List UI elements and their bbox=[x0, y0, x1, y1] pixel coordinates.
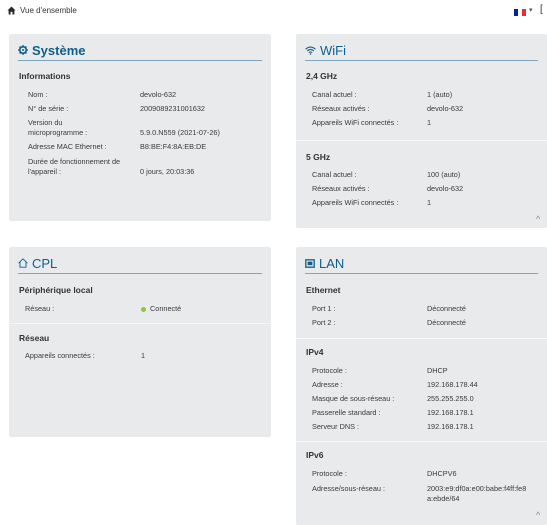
divider bbox=[18, 273, 262, 274]
info-key: microprogramme : bbox=[28, 127, 88, 137]
cpl-header: CPL bbox=[18, 255, 57, 271]
lan-value: 192.168.178.1 bbox=[427, 422, 474, 431]
top-bar: Vue d'ensemble ▾ [ bbox=[0, 0, 547, 22]
band-value: 1 bbox=[427, 198, 432, 207]
lan-header: LAN bbox=[305, 255, 344, 271]
lan-key: Passerelle standard : bbox=[312, 408, 381, 417]
lan-key: Masque de sous-réseau : bbox=[312, 394, 395, 403]
section-title-informations: Informations bbox=[19, 71, 71, 81]
divider bbox=[296, 441, 547, 442]
lan-key: Protocole : bbox=[312, 366, 347, 375]
band-value: 1 bbox=[427, 118, 432, 127]
info-key: Adresse MAC Ethernet : bbox=[28, 142, 107, 151]
status-dot-icon bbox=[141, 306, 146, 312]
lan-key: Port 2 : bbox=[312, 318, 336, 327]
lan-key: Adresse/sous-réseau : bbox=[312, 484, 386, 493]
language-flag-icon[interactable] bbox=[514, 9, 526, 16]
wifi-header: WiFi bbox=[305, 42, 346, 58]
lan-value: 255.255.255.0 bbox=[427, 394, 474, 403]
info-key: Nom : bbox=[28, 90, 48, 99]
section-title-ipv6: IPv6 bbox=[306, 450, 324, 460]
collapse-chevron-icon[interactable]: ^ bbox=[536, 214, 540, 224]
connection-status: Connecté bbox=[141, 304, 181, 314]
wifi-card: WiFi 2,4 GHz Canal actuel : 1 (auto) Rés… bbox=[296, 34, 547, 228]
band-key: Canal actuel : bbox=[312, 90, 357, 99]
info-value: 5.9.0.N559 (2021-07-26) bbox=[140, 127, 220, 137]
lan-key: Protocole : bbox=[312, 469, 347, 478]
breadcrumb[interactable]: Vue d'ensemble bbox=[20, 6, 77, 15]
collapse-chevron-icon[interactable]: ^ bbox=[536, 510, 540, 520]
band-key: Appareils WiFi connectés : bbox=[312, 198, 399, 207]
band-key: Canal actuel : bbox=[312, 170, 357, 179]
info-value: B8:BE:F4:8A:EB:DE bbox=[140, 142, 207, 151]
section-title-reseau: Réseau bbox=[19, 333, 50, 343]
info-value: devolo-632 bbox=[140, 90, 177, 99]
lan-value: 192.168.178.44 bbox=[427, 380, 478, 389]
lan-value: Déconnecté bbox=[427, 318, 466, 327]
divider bbox=[18, 60, 262, 61]
cpl-key: Appareils connectés : bbox=[25, 351, 95, 360]
divider bbox=[296, 140, 547, 141]
band-value: devolo-632 bbox=[427, 184, 464, 193]
band-key: Réseaux activés : bbox=[312, 104, 370, 113]
info-key: Durée de fonctionnement de bbox=[28, 157, 121, 166]
info-value: 2009089231001632 bbox=[140, 104, 205, 113]
band-value: devolo-632 bbox=[427, 104, 464, 113]
cpl-card: CPL Périphérique local Réseau : Connecté… bbox=[9, 247, 271, 437]
wifi-icon bbox=[305, 46, 316, 55]
home-icon bbox=[7, 6, 16, 15]
lan-value: a:ebde/64 bbox=[427, 493, 460, 503]
info-key: Version du bbox=[28, 118, 63, 127]
band-value: 1 (auto) bbox=[427, 90, 453, 99]
wifi-title: WiFi bbox=[320, 42, 346, 58]
divider bbox=[305, 273, 538, 274]
cpl-value: 1 bbox=[141, 351, 146, 360]
lan-value: Déconnecté bbox=[427, 304, 466, 313]
lan-key: Serveur DNS : bbox=[312, 422, 360, 431]
status-text: Connecté bbox=[150, 304, 182, 313]
band-value: 100 (auto) bbox=[427, 170, 461, 179]
cpl-title: CPL bbox=[32, 255, 58, 271]
lan-key: Adresse : bbox=[312, 380, 343, 389]
gear-icon bbox=[18, 45, 28, 55]
lan-value: 192.168.178.1 bbox=[427, 408, 474, 417]
section-title-ipv4: IPv4 bbox=[306, 347, 324, 357]
chevron-down-icon[interactable]: ▾ bbox=[529, 6, 533, 14]
lan-value: DHCP bbox=[427, 366, 448, 375]
lan-value: DHCPV6 bbox=[427, 469, 457, 478]
lan-port-icon bbox=[305, 258, 315, 268]
systeme-card: Système Informations Nom : devolo-632 N°… bbox=[9, 34, 271, 221]
info-row-firmware: Version du microprogramme : 5.9.0.N559 (… bbox=[28, 118, 258, 138]
band-key: Réseaux activés : bbox=[312, 184, 370, 193]
home-outline-icon bbox=[18, 258, 28, 268]
lan-card: LAN Ethernet Port 1 : Déconnecté Port 2 … bbox=[296, 247, 547, 525]
systeme-title: Système bbox=[32, 42, 86, 58]
lan-value: 2003:e9:df0a:e00:babe:f4ff:fe8 bbox=[427, 484, 527, 493]
section-title-local: Périphérique local bbox=[19, 285, 93, 295]
info-key: l'appareil : bbox=[28, 166, 62, 176]
divider bbox=[9, 323, 271, 324]
band-title: 2,4 GHz bbox=[306, 71, 338, 81]
info-row-uptime: Durée de fonctionnement de l'appareil : … bbox=[28, 157, 258, 177]
info-value: 0 jours, 20:03:36 bbox=[140, 166, 195, 176]
info-key: N° de série : bbox=[28, 104, 69, 113]
band-key: Appareils WiFi connectés : bbox=[312, 118, 399, 127]
cpl-key: Réseau : bbox=[25, 304, 55, 313]
band-title: 5 GHz bbox=[306, 152, 331, 162]
systeme-header: Système bbox=[18, 42, 85, 58]
divider bbox=[296, 338, 547, 339]
section-title-ethernet: Ethernet bbox=[306, 285, 341, 295]
divider bbox=[305, 60, 538, 61]
lan-row: Adresse/sous-réseau : 2003:e9:df0a:e00:b… bbox=[312, 484, 547, 504]
lan-title: LAN bbox=[319, 255, 345, 271]
cut-off-glyph: [ bbox=[540, 4, 543, 15]
lan-key: Port 1 : bbox=[312, 304, 336, 313]
